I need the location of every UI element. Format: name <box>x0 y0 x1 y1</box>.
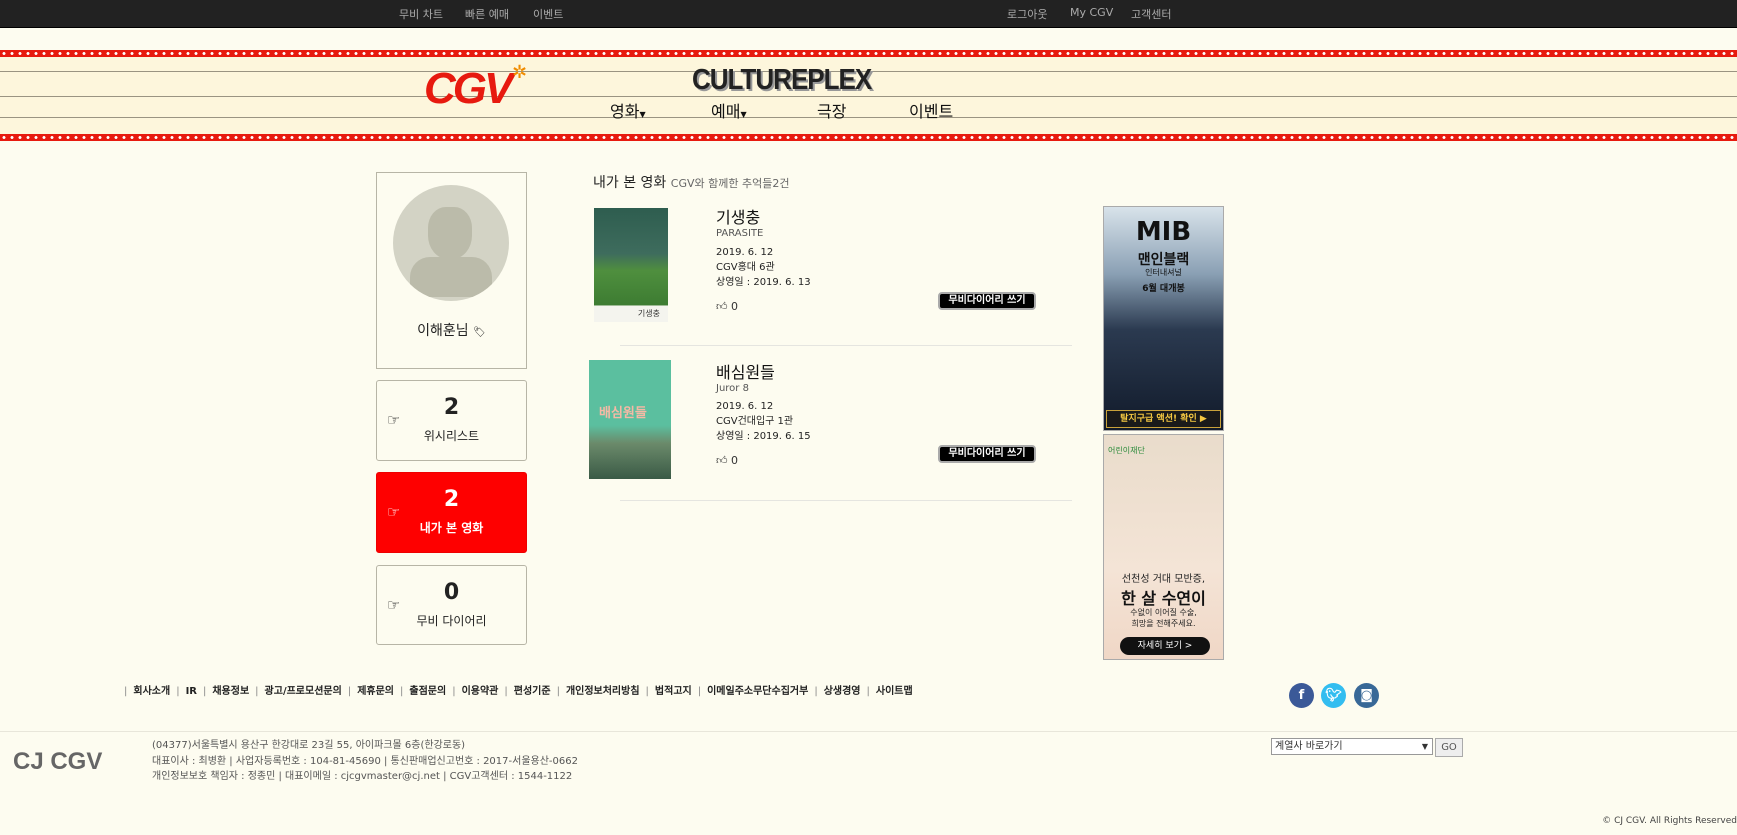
footer-link[interactable]: 사이트맵 <box>876 686 913 697</box>
write-diary-button[interactable]: 무비다이어리 쓰기 <box>938 445 1036 463</box>
avatar <box>393 185 509 301</box>
thumbs-up-icon: 👍︎ <box>716 454 728 467</box>
separator: | <box>176 686 180 697</box>
stat-label: 내가 본 영화 <box>419 521 484 535</box>
footer-link[interactable]: 출점문의 <box>409 686 446 697</box>
dropdown-arrow-icon: ▼ <box>1421 742 1428 751</box>
dropdown-arrow-icon: ▼ <box>639 110 646 119</box>
header-border-bottom <box>0 134 1737 141</box>
stat-count: 2 <box>443 395 460 420</box>
stat-wishlist[interactable]: ☞ 2 위시리스트 <box>376 380 527 461</box>
nav-booking[interactable]: 예매▼ <box>711 98 747 122</box>
movie-english-title: Juror 8 <box>716 383 749 394</box>
separator: | <box>452 686 456 697</box>
stat-count: 0 <box>443 580 460 605</box>
movie-title[interactable]: 배심원들 <box>716 359 775 383</box>
cultureplex-logo: CULTUREPLEX <box>692 62 872 96</box>
stat-label: 위시리스트 <box>423 429 480 443</box>
copyright: © CJ CGV. All Rights Reserved <box>1602 816 1737 826</box>
separator: | <box>202 686 207 697</box>
link-customer-center[interactable]: 고객센터 <box>1131 6 1171 22</box>
footer-link[interactable]: 채용정보 <box>212 686 249 697</box>
separator: | <box>124 686 128 697</box>
like-button[interactable]: 👍︎ 0 <box>716 454 738 467</box>
footer-link[interactable]: 제휴문의 <box>357 686 394 697</box>
separator: | <box>504 686 508 697</box>
link-quick-booking[interactable]: 빠른 예매 <box>465 6 509 22</box>
separator: | <box>645 686 649 697</box>
footer-divider <box>0 731 1737 732</box>
link-my-cgv[interactable]: My CGV <box>1070 6 1113 19</box>
movie-poster[interactable]: 기생충 <box>594 208 668 322</box>
stat-count: 2 <box>443 487 460 512</box>
write-diary-button[interactable]: 무비다이어리 쓰기 <box>938 292 1036 310</box>
link-movie-chart[interactable]: 무비 차트 <box>399 6 443 22</box>
link-event[interactable]: 이벤트 <box>533 6 563 22</box>
footer-link[interactable]: 광고/프로모션문의 <box>265 686 342 697</box>
section-title: 내가 본 영화 CGV와 함께한 추억들2건 <box>593 175 790 191</box>
dropdown-arrow-icon: ▼ <box>740 110 747 119</box>
thumbs-up-icon: 👍︎ <box>716 300 728 313</box>
separator: | <box>697 686 702 697</box>
user-name: 이해훈님 🏷 <box>417 323 486 339</box>
footer-link[interactable]: 개인정보처리방침 <box>566 686 640 697</box>
footer-link[interactable]: 회사소개 <box>133 686 170 697</box>
separator: | <box>814 686 818 697</box>
movie-info: 2019. 6. 12 CGV홍대 6관 상영일 : 2019. 6. 13 <box>716 247 811 288</box>
nav-movie[interactable]: 영화▼ <box>610 98 646 122</box>
section-subtitle: CGV와 함께한 추억들2건 <box>670 177 790 190</box>
company-info: (04377)서울특별시 용산구 한강대로 23길 55, 아이파크몰 6층(한… <box>152 740 578 782</box>
movie-info: 2019. 6. 12 CGV건대입구 1관 상영일 : 2019. 6. 15 <box>716 401 811 442</box>
logo-star-icon: ✲ <box>512 62 528 83</box>
footer-link[interactable]: 상생경영 <box>824 686 861 697</box>
footer-link[interactable]: 이메일주소무단수집거부 <box>707 686 808 697</box>
stat-movie-diary[interactable]: ☞ 0 무비 다이어리 <box>376 565 527 645</box>
movie-english-title: PARASITE <box>716 228 764 239</box>
twitter-icon[interactable]: 🐦︎ <box>1321 683 1346 708</box>
stat-watched-movies[interactable]: ☞ 2 내가 본 영화 <box>376 472 527 553</box>
ad-banner-childfund[interactable]: 어린이재단 선천성 거대 모반증, 한 살 수연이 수없이 이어질 수술, 희망… <box>1103 434 1224 660</box>
divider <box>620 500 1072 501</box>
link-logout[interactable]: 로그아웃 <box>1007 6 1047 22</box>
separator: | <box>347 686 352 697</box>
affiliate-select[interactable]: 계열사 바로가기 ▼ <box>1271 738 1433 755</box>
separator: | <box>255 686 259 697</box>
separator: | <box>556 686 560 697</box>
stat-label: 무비 다이어리 <box>416 614 487 628</box>
separator: | <box>866 686 870 697</box>
instagram-icon[interactable]: ◙ <box>1354 683 1379 708</box>
divider <box>620 345 1072 346</box>
separator: | <box>400 686 404 697</box>
header-border-top <box>0 50 1737 57</box>
footer-link[interactable]: IR <box>186 686 197 697</box>
footer-links: | 회사소개 | IR | 채용정보 | 광고/프로모션문의 | 제휴문의 | 출점문의 | 이용약관 | 편… <box>118 682 913 697</box>
nav-event[interactable]: 이벤트 <box>909 98 953 122</box>
footer-link[interactable]: 편성기준 <box>514 686 551 697</box>
nav-theater[interactable]: 극장 <box>817 98 846 122</box>
cj-cgv-logo: CJ CGV <box>13 748 103 775</box>
tag-icon: 🏷 <box>473 327 486 338</box>
movie-title[interactable]: 기생충 <box>716 204 760 228</box>
footer-link[interactable]: 이용약관 <box>462 686 499 697</box>
top-utility-bar: 무비 차트 빠른 예매 이벤트 로그아웃 My CGV 고객센터 <box>0 0 1737 28</box>
movie-poster[interactable]: 배심원들 <box>589 360 671 479</box>
ad-banner-mib[interactable]: MIB 맨인블랙 인터내셔널 6월 대개봉 탈지구급 액션! 확인 ▶ <box>1103 206 1224 431</box>
cgv-logo[interactable]: CGV <box>424 64 513 114</box>
like-button[interactable]: 👍︎ 0 <box>716 300 738 313</box>
footer-link[interactable]: 법적고지 <box>655 686 692 697</box>
facebook-icon[interactable]: f <box>1289 683 1314 708</box>
go-button[interactable]: GO <box>1435 738 1463 757</box>
